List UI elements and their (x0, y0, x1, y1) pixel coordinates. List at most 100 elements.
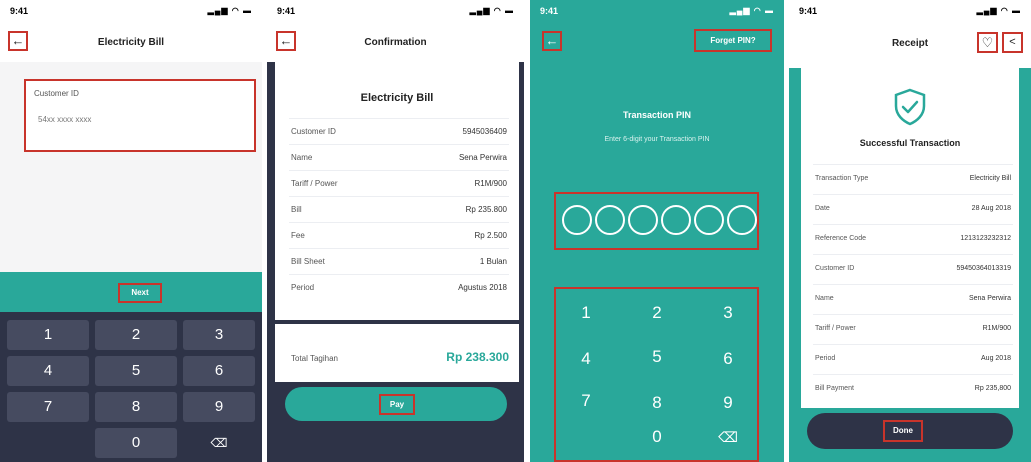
screen-confirmation: 9:41 ▂▄▆ ◠ ▬ ← Confirmation Electricity … (267, 0, 524, 462)
customer-id-card: Customer ID (24, 79, 256, 152)
detail-row: Customer ID 5945036409 (289, 118, 509, 144)
key-9[interactable]: 9 (183, 392, 255, 422)
pin-digit (694, 205, 724, 235)
key-3[interactable]: 3 (183, 320, 255, 350)
screen-electricity-bill: 9:41 ▂▄▆ ◠ ▬ ← Electricity Bill Customer… (0, 0, 262, 462)
row-value: 1 Bulan (479, 257, 507, 266)
key-6[interactable]: 6 (698, 339, 758, 379)
forget-pin-button[interactable]: Forget PIN? (694, 29, 772, 52)
row-label: Reference Code (815, 235, 866, 242)
share-button[interactable]: < (1002, 32, 1023, 53)
row-label: Tariff / Power (291, 179, 338, 188)
receipt-row: Customer ID 59450364013319 (813, 254, 1013, 284)
status-icons: ▂▄▆ ◠ ▬ (207, 6, 252, 15)
favorite-button[interactable]: ♡ (977, 32, 998, 53)
detail-row: Bill Sheet 1 Bulan (289, 248, 509, 274)
done-button[interactable]: Done (883, 420, 923, 442)
status-bar: 9:41 ▂▄▆ ◠ ▬ (789, 4, 1031, 18)
detail-row: Tariff / Power R1M/900 (289, 170, 509, 196)
key-5[interactable]: 5 (627, 337, 687, 377)
row-label: Date (815, 205, 830, 212)
row-value: Rp 235.800 (465, 205, 507, 214)
row-label: Tariff / Power (815, 325, 856, 332)
key-6[interactable]: 6 (183, 356, 255, 386)
key-1[interactable]: 1 (556, 293, 616, 333)
numeric-keypad: 1 2 3 4 5 6 7 8 9 0 ⌫ (0, 312, 262, 462)
status-bar: 9:41 ▂▄▆ ◠ ▬ (530, 4, 784, 18)
backspace-icon[interactable]: ⌫ (698, 417, 758, 457)
arrow-left-icon: ← (545, 33, 559, 48)
key-3[interactable]: 3 (698, 293, 758, 333)
receipt-row: Reference Code 1213123232312 (813, 224, 1013, 254)
page-title: Electricity Bill (97, 37, 165, 48)
receipt-row: Transaction Type Electricity Bill (813, 164, 1013, 194)
key-7[interactable]: 7 (556, 381, 616, 421)
pay-button[interactable]: Pay (379, 394, 415, 415)
bill-card: Electricity Bill Customer ID 5945036409 N… (275, 62, 519, 440)
row-value: Rp 235,800 (974, 385, 1011, 392)
pin-subtitle: Enter 6-digit your Transaction PIN (604, 136, 710, 143)
header: 9:41 ▂▄▆ ◠ ▬ Receipt ♡ < (789, 0, 1031, 68)
key-8[interactable]: 8 (95, 392, 177, 422)
total-section: Total Tagihan Rp 238.300 (275, 324, 519, 382)
total-label: Total Tagihan (291, 354, 338, 363)
row-value: Agustus 2018 (458, 283, 507, 292)
pin-digit (661, 205, 691, 235)
key-4[interactable]: 4 (7, 356, 89, 386)
heart-icon: ♡ (981, 35, 994, 50)
pin-title: Transaction PIN (622, 110, 692, 120)
key-2[interactable]: 2 (95, 320, 177, 350)
screen-receipt: 9:41 ▂▄▆ ◠ ▬ Receipt ♡ < Successful Tran… (789, 0, 1031, 462)
status-icons: ▂▄▆ ◠ ▬ (469, 6, 514, 15)
key-5[interactable]: 5 (95, 356, 177, 386)
pin-digit (727, 205, 757, 235)
back-button[interactable]: ← (542, 31, 562, 51)
page-title: Confirmation (364, 37, 427, 48)
detail-row: Bill Rp 235.800 (289, 196, 509, 222)
bill-details: Electricity Bill Customer ID 5945036409 N… (275, 62, 519, 320)
backspace-icon[interactable]: ⌫ (183, 428, 255, 458)
row-value: Aug 2018 (981, 355, 1011, 362)
key-2[interactable]: 2 (627, 293, 687, 333)
pin-digit (628, 205, 658, 235)
status-bar: 9:41 ▂▄▆ ◠ ▬ (0, 4, 262, 18)
status-time: 9:41 (10, 6, 29, 16)
header: 9:41 ▂▄▆ ◠ ▬ ← Electricity Bill (0, 0, 262, 62)
row-label: Name (815, 295, 834, 302)
receipt-row: Date 28 Aug 2018 (813, 194, 1013, 224)
pin-digit (595, 205, 625, 235)
key-7[interactable]: 7 (7, 392, 89, 422)
key-0[interactable]: 0 (95, 428, 177, 458)
header: 9:41 ▂▄▆ ◠ ▬ ← Confirmation (267, 0, 524, 62)
customer-id-label: Customer ID (34, 89, 79, 98)
row-label: Bill Payment (815, 385, 854, 392)
status-bar: 9:41 ▂▄▆ ◠ ▬ (267, 4, 524, 18)
row-label: Bill (291, 205, 302, 214)
key-4[interactable]: 4 (556, 339, 616, 379)
pin-digit (562, 205, 592, 235)
receipt-row: Bill Payment Rp 235,800 (813, 374, 1013, 404)
status-icons: ▂▄▆ ◠ ▬ (729, 6, 774, 15)
pin-input[interactable] (554, 192, 759, 250)
row-label: Name (291, 153, 313, 162)
total-value: Rp 238.300 (446, 350, 509, 364)
detail-row: Fee Rp 2.500 (289, 222, 509, 248)
customer-id-input[interactable] (38, 111, 208, 127)
status-time: 9:41 (540, 6, 559, 16)
row-value: R1M/900 (982, 325, 1011, 332)
status-time: 9:41 (799, 6, 818, 16)
next-button[interactable]: Next (118, 283, 162, 303)
row-label: Customer ID (291, 127, 336, 136)
row-value: 1213123232312 (960, 235, 1011, 242)
row-label: Period (291, 283, 315, 292)
row-label: Bill Sheet (291, 257, 325, 266)
row-label: Period (815, 355, 836, 362)
key-1[interactable]: 1 (7, 320, 89, 350)
pin-keypad: 1 2 3 4 5 6 7 8 9 0 ⌫ (554, 287, 759, 462)
receipt-card: Successful Transaction Transaction Type E… (801, 68, 1019, 408)
row-value: Electricity Bill (969, 175, 1011, 182)
key-0[interactable]: 0 (627, 417, 687, 457)
share-icon: < (1009, 36, 1016, 48)
status-icons: ▂▄▆ ◠ ▬ (976, 6, 1021, 15)
screen-transaction-pin: 9:41 ▂▄▆ ◠ ▬ ← Forget PIN? Transaction P… (530, 0, 784, 462)
